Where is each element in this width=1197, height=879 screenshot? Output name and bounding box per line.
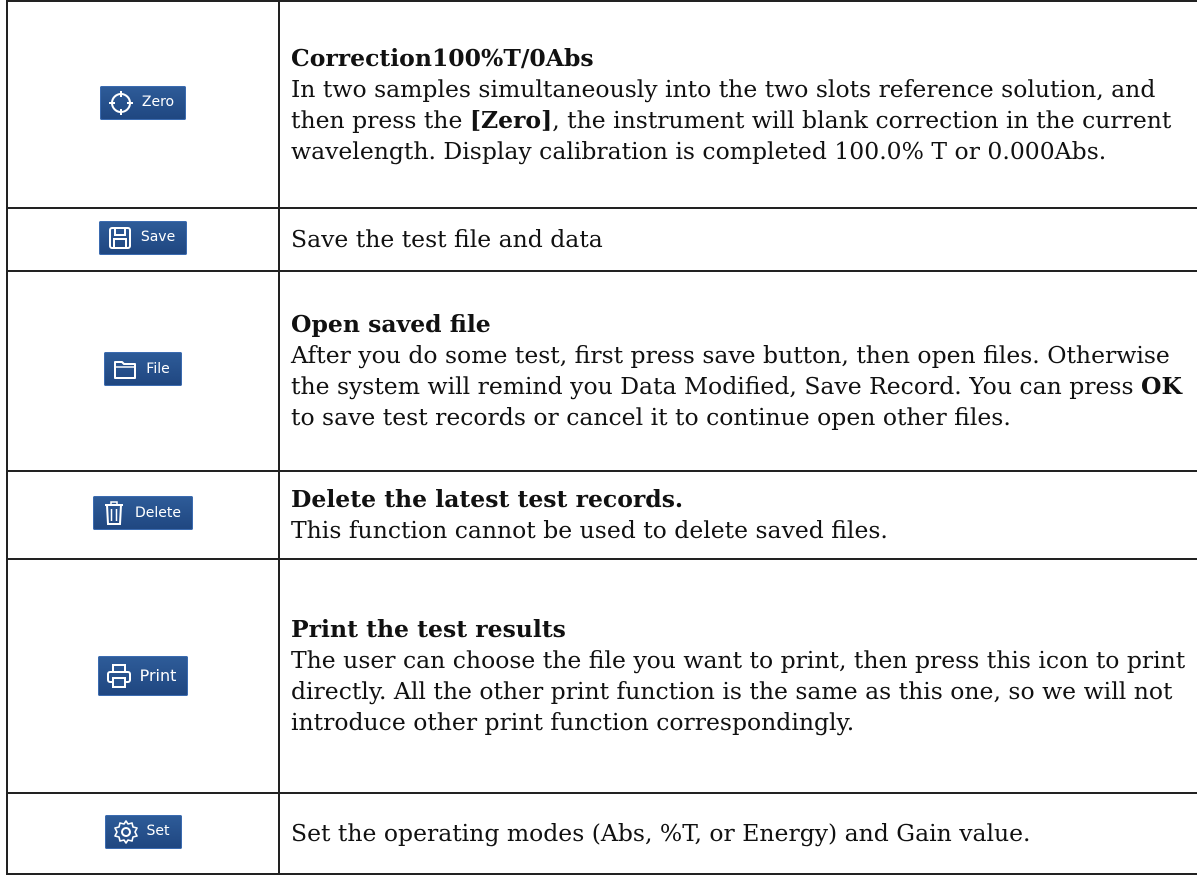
file-heading: Open saved file [291, 310, 491, 338]
table-row: Print Print the test results The user ca… [6, 558, 1197, 794]
zero-text: In two samples simultaneously into the t… [291, 74, 1172, 165]
print-button-label: Print [139, 666, 177, 685]
table-row: Set Set the operating modes (Abs, %T, or… [6, 792, 1197, 875]
printer-icon [106, 663, 132, 689]
table-row: Save Save the test file and data [6, 207, 1197, 272]
print-heading: Print the test results [291, 615, 566, 643]
folder-icon [112, 356, 138, 382]
save-description: Save the test file and data [278, 207, 1197, 272]
save-button[interactable]: Save [98, 220, 188, 255]
print-button[interactable]: Print [97, 655, 189, 696]
file-description: Open saved file After you do some test, … [278, 270, 1197, 472]
delete-button[interactable]: Delete [93, 496, 193, 530]
set-button-label: Set [146, 823, 170, 839]
table-row: File Open saved file After you do some t… [6, 270, 1197, 472]
print-text: The user can choose the file you want to… [291, 646, 1186, 736]
file-button[interactable]: File [104, 352, 182, 386]
set-description: Set the operating modes (Abs, %T, or Ene… [278, 792, 1197, 875]
save-text: Save the test file and data [291, 225, 603, 253]
print-description: Print the test results The user can choo… [278, 558, 1197, 794]
zero-button[interactable]: Zero [99, 85, 187, 120]
function-table: Zero Correction100%T/0Abs In two samples… [6, 0, 1197, 875]
set-button[interactable]: Set [104, 814, 182, 849]
trash-can-icon [101, 500, 127, 526]
set-text: Set the operating modes (Abs, %T, or Ene… [291, 819, 1031, 847]
delete-text: This function cannot be used to delete s… [291, 516, 888, 544]
floppy-disk-icon [107, 225, 133, 251]
delete-button-label: Delete [135, 504, 181, 521]
zero-description: Correction100%T/0Abs In two samples simu… [278, 0, 1197, 209]
table-row: Zero Correction100%T/0Abs In two samples… [6, 0, 1197, 209]
delete-description: Delete the latest test records. This fun… [278, 470, 1197, 560]
gear-icon [113, 819, 139, 845]
zero-heading: Correction100%T/0Abs [291, 43, 594, 72]
save-button-label: Save [140, 229, 176, 245]
file-button-label: File [146, 360, 170, 377]
crosshair-circle-icon [108, 90, 134, 116]
table-row: Delete Delete the latest test records. T… [6, 470, 1197, 560]
file-text: After you do some test, first press save… [291, 341, 1182, 431]
delete-heading: Delete the latest test records. [291, 485, 684, 513]
zero-button-label: Zero [141, 94, 175, 110]
